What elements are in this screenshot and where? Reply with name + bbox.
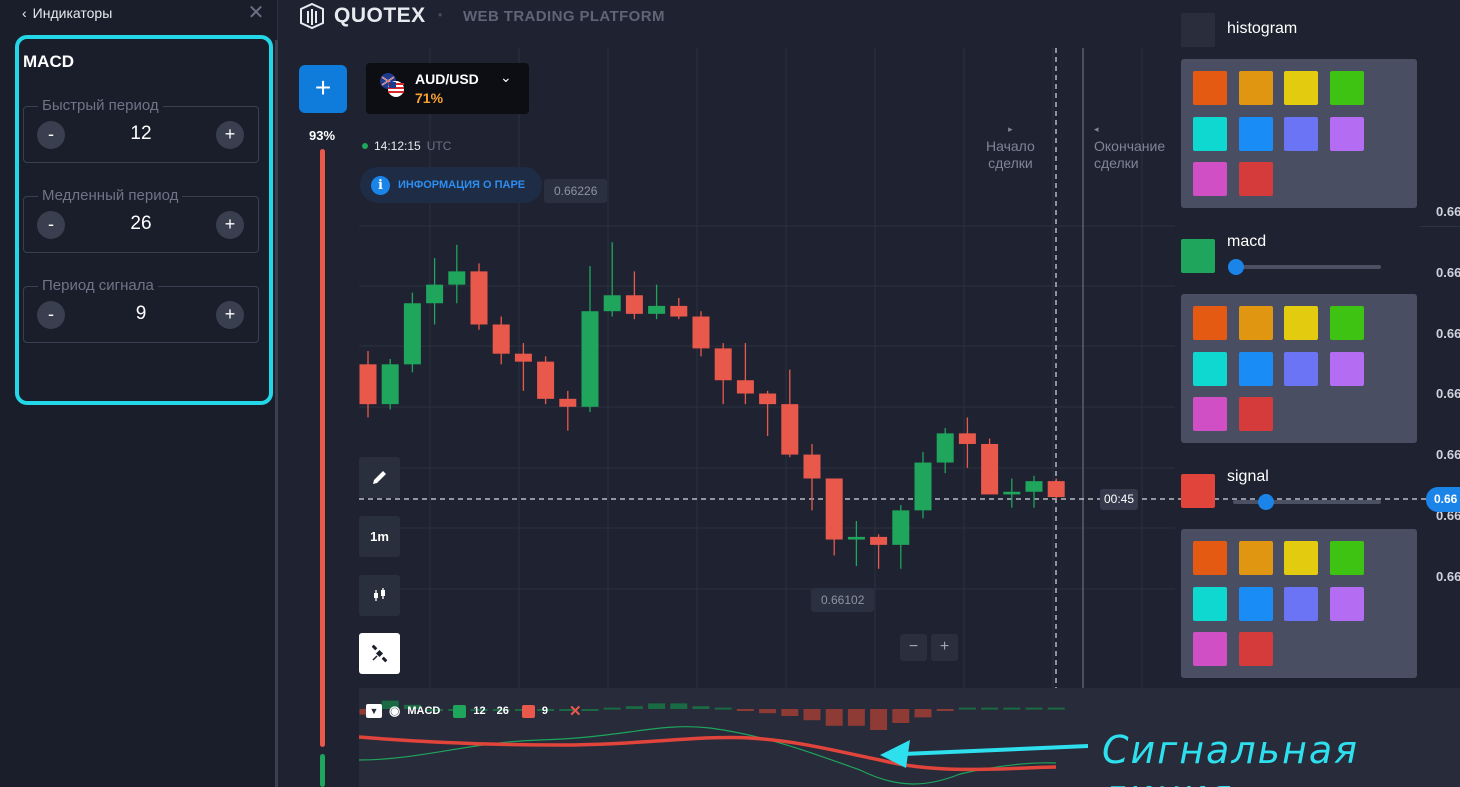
palette-color-swatch[interactable]	[1193, 71, 1227, 105]
macd-histogram-bar	[692, 706, 710, 709]
axis-price: 0.66	[1436, 204, 1460, 219]
palette-color-swatch[interactable]	[1193, 162, 1227, 196]
collapse-icon[interactable]: ▼	[366, 704, 382, 718]
macd-histogram-bar	[603, 707, 621, 710]
palette-color-swatch[interactable]	[1329, 306, 1364, 340]
macd-histogram-bar	[714, 707, 732, 710]
histogram-label: histogram	[1227, 20, 1298, 37]
axis-price: 0.66	[1436, 386, 1460, 401]
palette-color-swatch[interactable]	[1329, 586, 1364, 621]
signal-width-slider[interactable]	[1233, 500, 1381, 504]
palette-color-swatch[interactable]	[1193, 632, 1227, 666]
palette-color-swatch[interactable]	[1193, 397, 1227, 431]
palette-color-swatch[interactable]	[1284, 586, 1318, 621]
macd-histogram-bar	[1003, 707, 1021, 710]
macd-histogram-bar	[670, 703, 688, 709]
macd-histogram-bar	[625, 706, 643, 709]
macd-legend-name: MACD	[407, 705, 441, 717]
axis-price: 0.66	[1436, 447, 1460, 462]
axis-gridline	[1420, 226, 1460, 227]
macd-width-slider[interactable]	[1233, 265, 1381, 269]
eye-icon[interactable]: ◉	[389, 703, 400, 719]
macd-label: macd	[1227, 233, 1267, 250]
macd-signal: 9	[541, 705, 548, 717]
macd-histogram-bar	[892, 709, 910, 723]
macd-fast: 12	[473, 705, 486, 717]
macd-histogram-bar	[781, 709, 799, 716]
macd-histogram-bar	[914, 709, 932, 718]
histogram-palette	[1181, 59, 1417, 208]
macd-histogram-bar	[736, 709, 754, 711]
palette-color-swatch[interactable]	[1284, 116, 1318, 151]
palette-color-swatch[interactable]	[1238, 586, 1273, 621]
signal-palette	[1181, 529, 1417, 678]
palette-color-swatch[interactable]	[1329, 116, 1364, 151]
palette-color-swatch[interactable]	[1238, 397, 1273, 431]
annotation-arrow-shaft	[902, 744, 1089, 756]
macd-color-swatch[interactable]	[453, 704, 467, 718]
macd-line	[358, 726, 1057, 785]
signal-slider-knob[interactable]	[1257, 494, 1274, 510]
palette-color-swatch[interactable]	[1284, 541, 1318, 575]
palette-color-swatch[interactable]	[1193, 541, 1227, 575]
palette-color-swatch[interactable]	[1238, 306, 1273, 340]
palette-color-swatch[interactable]	[1193, 306, 1227, 340]
macd-histogram-bar	[936, 709, 954, 711]
palette-color-swatch[interactable]	[1193, 586, 1227, 621]
signal-line-color-swatch[interactable]	[1181, 474, 1215, 508]
palette-color-swatch[interactable]	[1238, 351, 1273, 386]
remove-indicator-icon[interactable]: ✕	[569, 702, 582, 720]
palette-color-swatch[interactable]	[1329, 541, 1364, 575]
macd-histogram-bar	[581, 709, 599, 711]
current-price-tag: 0.66	[1426, 487, 1460, 512]
palette-color-swatch[interactable]	[1193, 351, 1227, 386]
axis-price: 0.66	[1436, 326, 1460, 341]
macd-histogram-bar	[825, 709, 843, 726]
axis-price: 0.66	[1436, 569, 1460, 584]
axis-price: 0.66	[1436, 265, 1460, 280]
macd-histogram-bar	[981, 707, 999, 710]
macd-palette	[1181, 294, 1417, 443]
macd-histogram-bar	[759, 709, 777, 714]
palette-color-swatch[interactable]	[1284, 306, 1318, 340]
macd-histogram-bar	[803, 709, 821, 721]
palette-color-swatch[interactable]	[1238, 162, 1273, 196]
palette-color-swatch[interactable]	[1238, 541, 1273, 575]
macd-histogram-bar	[847, 709, 865, 726]
macd-histogram-bar	[870, 709, 888, 730]
macd-histogram-bar	[648, 703, 666, 709]
palette-color-swatch[interactable]	[1193, 116, 1227, 151]
palette-color-swatch[interactable]	[1238, 71, 1273, 105]
macd-line-color-swatch[interactable]	[1181, 239, 1215, 273]
palette-color-swatch[interactable]	[1284, 351, 1318, 386]
signal-line-annotation: Сигнальная линия	[1102, 728, 1359, 787]
macd-slow: 26	[496, 705, 509, 717]
macd-slider-knob[interactable]	[1227, 259, 1244, 275]
macd-histogram-bar	[1047, 707, 1065, 710]
palette-color-swatch[interactable]	[1329, 351, 1364, 386]
palette-color-swatch[interactable]	[1238, 116, 1273, 151]
palette-color-swatch[interactable]	[1329, 71, 1364, 105]
macd-histogram-bar	[1025, 707, 1043, 710]
palette-color-swatch[interactable]	[1284, 71, 1318, 105]
histogram-color-swatch[interactable]	[1181, 13, 1215, 47]
palette-color-swatch[interactable]	[1238, 632, 1273, 666]
signal-label: signal	[1227, 468, 1269, 485]
macd-histogram-bar	[958, 707, 976, 710]
macd-legend: ▼ ◉ MACD 12 26 9 ✕	[366, 702, 582, 720]
signal-color-swatch[interactable]	[521, 704, 535, 718]
